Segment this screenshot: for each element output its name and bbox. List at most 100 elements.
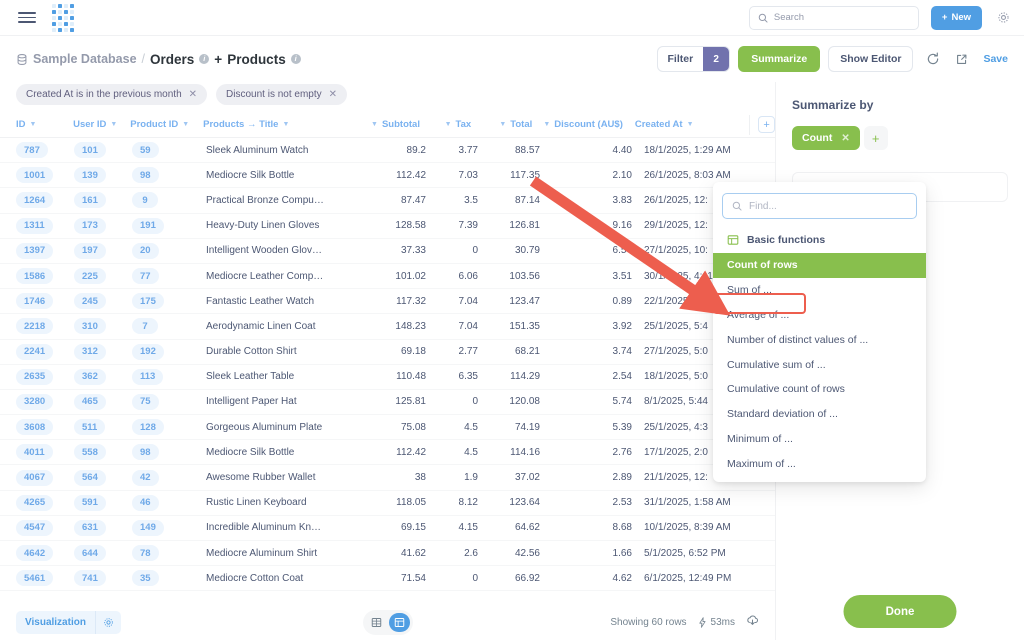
id-pill[interactable]: 5461 [16,570,53,586]
id-pill[interactable]: 4067 [16,470,53,486]
table-row[interactable]: 2635362113Sleek Leather Table110.486.351… [0,365,775,390]
breadcrumb-table[interactable]: Orders [150,52,194,67]
id-pill[interactable]: 1586 [16,268,53,284]
id-pill[interactable]: 197 [74,243,106,259]
table-row[interactable]: 464264478Mediocre Aluminum Shirt41.622.6… [0,541,775,566]
table-row[interactable]: 3608511128Gorgeous Aluminum Plate75.084.… [0,415,775,440]
id-pill[interactable]: 59 [132,142,159,158]
table-cell-product-id[interactable]: 98 [132,167,206,183]
table-info-icon[interactable]: i [199,54,209,64]
table-cell-product-id[interactable]: 20 [132,243,206,259]
table-cell-id[interactable]: 4011 [16,444,74,460]
table-row[interactable]: 546174135Mediocre Cotton Coat71.54066.92… [0,566,775,591]
external-link-icon[interactable] [953,51,969,67]
table-cell-user-id[interactable]: 741 [74,570,132,586]
id-pill[interactable]: 741 [74,570,106,586]
id-pill[interactable]: 631 [74,520,106,536]
id-pill[interactable]: 78 [132,545,159,561]
table-cell-user-id[interactable]: 564 [74,470,132,486]
id-pill[interactable]: 192 [132,344,164,360]
id-pill[interactable]: 175 [132,293,164,309]
table-cell-product-id[interactable]: 42 [132,470,206,486]
id-pill[interactable]: 787 [16,142,48,158]
table-cell-product-id[interactable]: 128 [132,419,206,435]
table-cell-user-id[interactable]: 225 [74,268,132,284]
table-cell-product-id[interactable]: 46 [132,495,206,511]
popup-menu-item[interactable]: Count of rows [713,253,926,278]
table-cell-id[interactable]: 4265 [16,495,74,511]
id-pill[interactable]: 173 [74,218,106,234]
id-pill[interactable]: 149 [132,520,164,536]
table-cell-id[interactable]: 4067 [16,470,74,486]
breadcrumb-database[interactable]: Sample Database [33,52,137,66]
settings-gear-icon[interactable] [994,9,1012,27]
id-pill[interactable]: 2635 [16,369,53,385]
table-cell-id[interactable]: 3280 [16,394,74,410]
table-cell-id[interactable]: 4547 [16,520,74,536]
joined-table-info-icon[interactable]: i [291,54,301,64]
visualization-settings-gear-icon[interactable] [95,611,121,634]
table-row[interactable]: 12641619Practical Bronze Compu…87.473.58… [0,188,775,213]
table-cell-id[interactable]: 2241 [16,344,74,360]
id-pill[interactable]: 1397 [16,243,53,259]
table-cell-id[interactable]: 1311 [16,218,74,234]
column-header[interactable]: ▼Discount (AU$) [532,119,623,130]
table-cell-user-id[interactable]: 558 [74,444,132,460]
popup-menu-item[interactable]: Cumulative count of rows [713,377,926,402]
table-row[interactable]: 1311173191Heavy-Duty Linen Gloves128.587… [0,214,775,239]
table-row[interactable]: 4547631149Incredible Aluminum Kn…69.154.… [0,516,775,541]
table-cell-product-id[interactable]: 98 [132,444,206,460]
table-row[interactable]: 158622577Mediocre Leather Comp…101.026.0… [0,264,775,289]
close-icon[interactable]: ✕ [329,89,337,100]
query-timing[interactable]: 53ms [698,617,735,628]
close-icon[interactable]: ✕ [841,133,849,144]
table-cell-id[interactable]: 2635 [16,369,74,385]
table-cell-user-id[interactable]: 362 [74,369,132,385]
popup-menu-item[interactable]: Maximum of ... [713,451,926,476]
table-cell-product-id[interactable]: 149 [132,520,206,536]
table-cell-id[interactable]: 3608 [16,419,74,435]
id-pill[interactable]: 1311 [16,218,53,234]
filter-chip[interactable]: Created At is in the previous month✕ [16,84,207,105]
popup-menu-item[interactable]: Cumulative sum of ... [713,352,926,377]
table-rows-icon[interactable] [389,613,410,632]
column-header[interactable]: ID▼ [16,119,73,130]
id-pill[interactable]: 35 [132,570,159,586]
id-pill[interactable]: 101 [74,142,106,158]
id-pill[interactable]: 3280 [16,394,53,410]
breadcrumb-joined-table[interactable]: Products [227,52,286,67]
id-pill[interactable]: 4265 [16,495,53,511]
table-cell-product-id[interactable]: 75 [132,394,206,410]
id-pill[interactable]: 20 [132,243,159,259]
column-header[interactable]: Products → Title▼ [203,119,353,130]
id-pill[interactable]: 98 [132,444,159,460]
id-pill[interactable]: 1264 [16,192,53,208]
id-pill[interactable]: 465 [74,394,106,410]
id-pill[interactable]: 113 [132,369,163,385]
popup-menu-item[interactable]: Standard deviation of ... [713,402,926,427]
id-pill[interactable]: 1746 [16,293,53,309]
table-row[interactable]: 78710159Sleek Aluminum Watch89.23.7788.5… [0,138,775,163]
table-cell-id[interactable]: 1397 [16,243,74,259]
id-pill[interactable]: 46 [132,495,159,511]
column-header[interactable]: ▼Tax [420,119,471,130]
table-cell-user-id[interactable]: 631 [74,520,132,536]
table-cell-product-id[interactable]: 192 [132,344,206,360]
id-pill[interactable]: 191 [132,218,164,234]
table-cell-user-id[interactable]: 161 [74,192,132,208]
table-cell-user-id[interactable]: 310 [74,318,132,334]
id-pill[interactable]: 312 [74,344,106,360]
table-cell-user-id[interactable]: 101 [74,142,132,158]
table-row[interactable]: 328046575Intelligent Paper Hat125.810120… [0,390,775,415]
table-cell-product-id[interactable]: 35 [132,570,206,586]
id-pill[interactable]: 511 [74,419,105,435]
id-pill[interactable]: 2218 [16,318,53,334]
column-header[interactable]: ▼Total [471,119,532,130]
table-cell-product-id[interactable]: 59 [132,142,206,158]
table-row[interactable]: 2241312192Durable Cotton Shirt69.182.776… [0,340,775,365]
id-pill[interactable]: 161 [74,192,106,208]
table-cell-product-id[interactable]: 78 [132,545,206,561]
id-pill[interactable]: 128 [132,419,164,435]
table-cell-id[interactable]: 1001 [16,167,74,183]
show-editor-button[interactable]: Show Editor [828,46,913,72]
